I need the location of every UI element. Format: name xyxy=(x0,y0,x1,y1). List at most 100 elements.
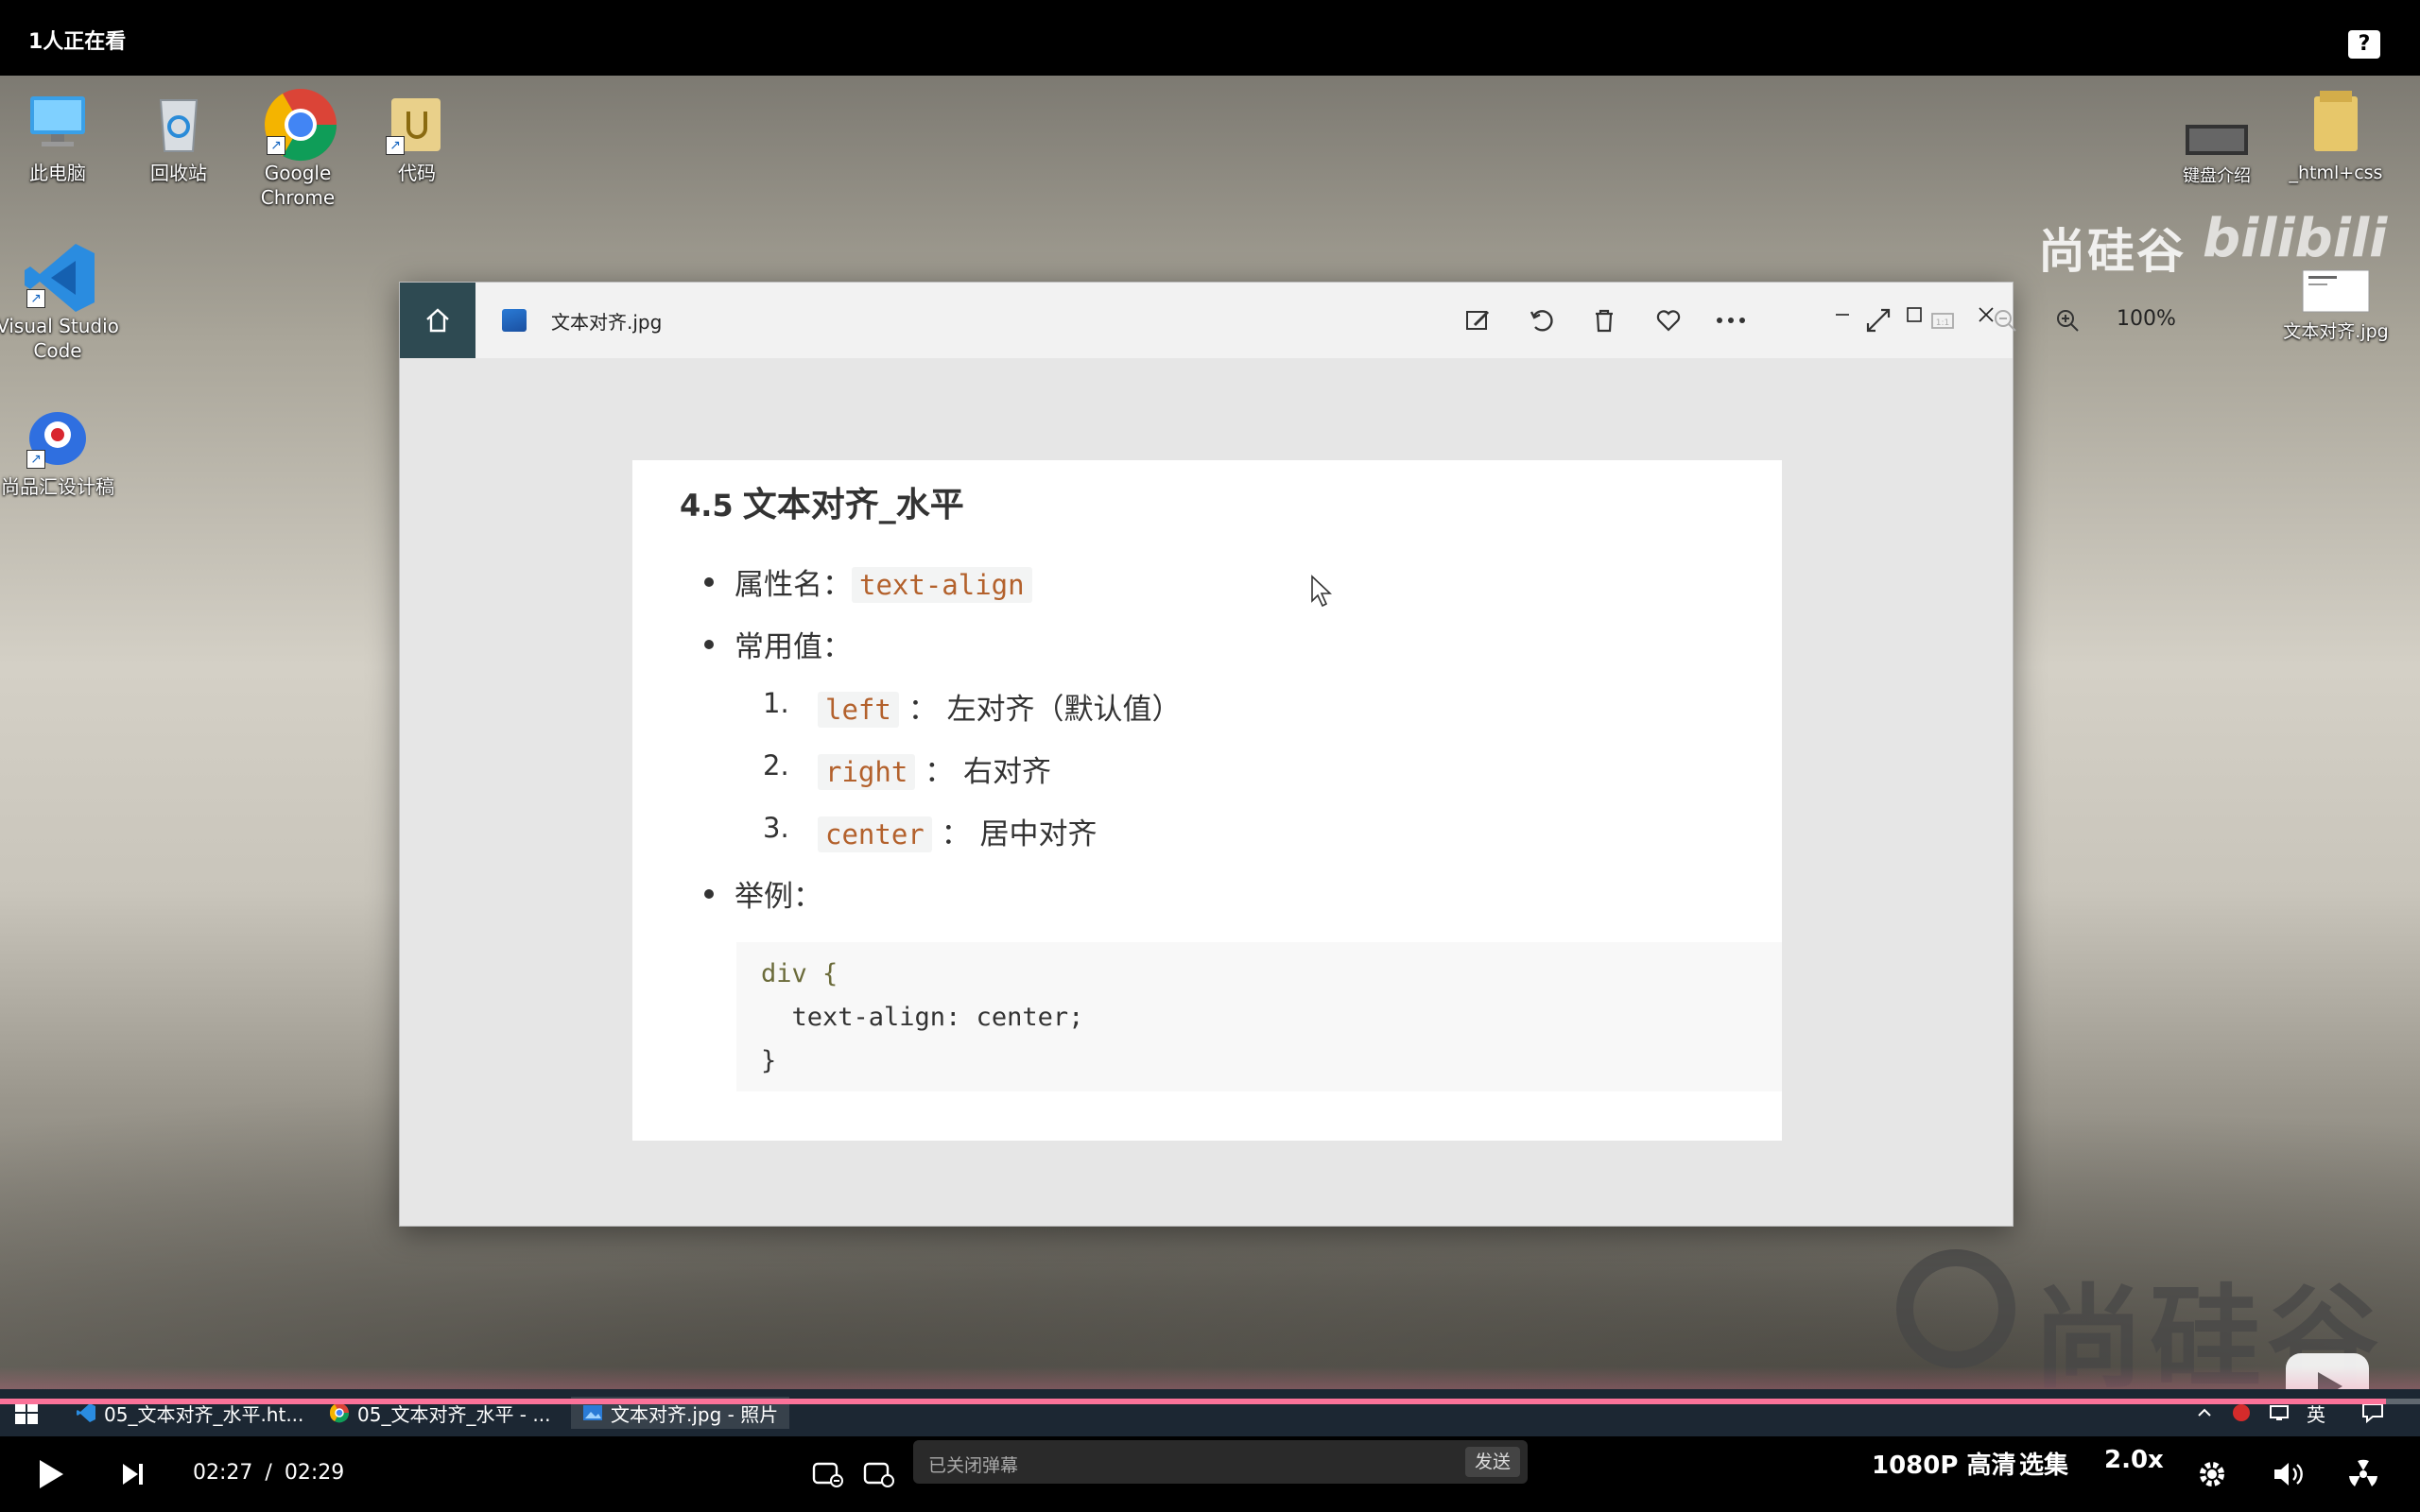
danmaku-placeholder: 已关闭弹幕 xyxy=(928,1455,1019,1476)
more-dots-icon xyxy=(1717,318,1745,323)
code-line: text-align: center; xyxy=(761,1003,1084,1032)
rotate-button[interactable] xyxy=(1523,301,1561,339)
values-label: 常用值： xyxy=(735,630,852,664)
window-close-button[interactable] xyxy=(1958,296,2014,334)
danmaku-icon xyxy=(812,1462,843,1487)
example-label: 举例： xyxy=(735,880,822,914)
desktop-icon-vscode[interactable]: ↗ Visual Studio Code xyxy=(0,240,119,363)
photo-file-icon xyxy=(502,309,527,332)
volume-icon xyxy=(2274,1463,2303,1486)
play-button[interactable] xyxy=(32,1455,70,1493)
chrome-icon: ↗ xyxy=(263,87,337,162)
desktop-icon-chrome[interactable]: ↗ Google Chrome xyxy=(236,87,359,210)
list-item: left ： 左对齐（默认值） xyxy=(818,685,1182,728)
desktop-icon-text-align-jpg[interactable]: 文本对齐.jpg xyxy=(2274,266,2397,344)
desktop-icon-keyboard[interactable]: 键盘介绍 xyxy=(2155,119,2278,189)
send-danmaku-button[interactable]: 发送 xyxy=(1465,1447,1520,1477)
zoom-level[interactable]: 100% xyxy=(2117,307,2176,331)
maximize-icon xyxy=(1907,307,1922,322)
monster-app-icon: ↗ xyxy=(23,401,93,471)
desktop-icon-design-files[interactable]: ↗ 尚品汇设计稿 xyxy=(0,401,119,499)
vscode-icon: ↗ xyxy=(23,240,95,312)
image-file-icon xyxy=(2301,266,2371,316)
shortcut-arrow-icon: ↗ xyxy=(26,450,45,469)
close-icon xyxy=(1979,307,1994,322)
desktop-icon-recycle-bin[interactable]: 回收站 xyxy=(117,87,240,185)
chrome-icon xyxy=(329,1403,350,1423)
home-icon xyxy=(426,308,449,333)
delete-button[interactable] xyxy=(1585,301,1623,339)
notification-icon xyxy=(2362,1403,2383,1423)
atguigu-logo-icon xyxy=(1896,1249,2015,1368)
settings-button[interactable] xyxy=(2193,1455,2231,1493)
shortcut-arrow-icon: ↗ xyxy=(267,136,285,155)
zoom-in-icon xyxy=(2057,310,2079,332)
displayed-document-image: 4.5 文本对齐_水平 属性名： text-align 常用值： 1. left ：… xyxy=(632,460,1782,1141)
network-icon xyxy=(2270,1405,2289,1420)
desktop-icon-this-pc[interactable]: 此电脑 xyxy=(0,87,119,185)
danmaku-settings-button[interactable] xyxy=(862,1457,896,1491)
edit-image-icon xyxy=(1466,310,1490,330)
recycle-bin-icon xyxy=(144,87,214,157)
danmaku-toggle-button[interactable] xyxy=(811,1457,845,1491)
progress-fill xyxy=(0,1399,2387,1404)
home-button[interactable] xyxy=(400,283,475,358)
fullscreen-player-button[interactable] xyxy=(2344,1455,2382,1493)
danmaku-input[interactable]: 已关闭弹幕 发送 xyxy=(913,1440,1528,1484)
video-frame[interactable]: 此电脑 回收站 ↗ Google Chrome ↗ 代码 ↗ Visual St… xyxy=(0,76,2420,1389)
photos-titlebar: 文本对齐.jpg 1:1 100% xyxy=(400,283,2176,358)
shortcut-arrow-icon: ↗ xyxy=(386,136,405,155)
skip-next-icon xyxy=(123,1464,143,1485)
episodes-button[interactable]: 选集 xyxy=(2019,1446,2068,1481)
keyboard-image-icon xyxy=(2182,119,2252,161)
code-block: div { text-align: center; } xyxy=(736,942,1782,1091)
trash-icon xyxy=(1596,309,1613,333)
doc-heading: 4.5 文本对齐_水平 xyxy=(680,486,964,524)
volume-button[interactable] xyxy=(2269,1455,2307,1493)
folder-icon: ↗ xyxy=(382,87,452,157)
code-line: div { xyxy=(761,959,838,988)
video-progress-bar[interactable] xyxy=(0,1399,2420,1404)
player-top-bar: 1人正在看 ? xyxy=(0,0,2420,76)
shield-icon xyxy=(2233,1404,2250,1421)
rotate-icon xyxy=(1530,310,1553,332)
zoom-in-button[interactable] xyxy=(2048,301,2086,339)
window-maximize-button[interactable] xyxy=(1886,296,1943,334)
mouse-cursor-icon xyxy=(1311,575,1333,608)
list-number: 1. xyxy=(763,687,789,719)
edit-image-button[interactable] xyxy=(1459,301,1496,339)
viewer-count: 1人正在看 xyxy=(28,30,127,54)
desktop-icon-code-folder[interactable]: ↗ 代码 xyxy=(355,87,478,185)
favorite-button[interactable] xyxy=(1650,301,1687,339)
list-number: 3. xyxy=(763,812,789,844)
more-options-button[interactable] xyxy=(1712,301,1750,339)
bullet-dot xyxy=(704,577,714,587)
quality-selector[interactable]: 1080P 高清 xyxy=(1872,1446,2015,1481)
play-icon xyxy=(40,1460,63,1488)
heart-icon xyxy=(1656,310,1681,332)
bullet-dot xyxy=(704,889,714,899)
shortcut-arrow-icon: ↗ xyxy=(26,289,45,308)
property-line: 属性名： text-align xyxy=(735,560,1032,603)
list-item: right ： 右对齐 xyxy=(818,747,1051,790)
desktop-icon-html-css-folder[interactable]: _html+css xyxy=(2274,87,2397,185)
danmaku-settings-icon xyxy=(863,1462,894,1487)
vscode-icon xyxy=(77,1403,95,1422)
folder-icon xyxy=(2301,87,2371,157)
time-display: 02:27 / 02:29 xyxy=(193,1461,345,1485)
chevron-up-icon xyxy=(2198,1408,2211,1417)
list-item: center ： 居中对齐 xyxy=(818,810,1097,852)
code-line: } xyxy=(761,1046,777,1075)
windows-taskbar: 05_文本对齐_水平.ht... 05_文本对齐_水平 - ... 文本对齐.j… xyxy=(0,1389,2420,1436)
help-button[interactable]: ? xyxy=(2348,30,2380,59)
inline-code: text-align xyxy=(852,567,1032,603)
photos-app-window: 文本对齐.jpg 1:1 100% 4.5 文本对齐_水平 属性名： text-… xyxy=(399,282,2176,1227)
watermark-atguigu-top: 尚硅谷 xyxy=(2038,224,2186,279)
computer-icon xyxy=(23,87,93,157)
window-minimize-button[interactable] xyxy=(1814,296,1871,334)
next-button[interactable] xyxy=(113,1455,151,1493)
bullet-dot xyxy=(704,640,714,649)
speed-selector[interactable]: 2.0x xyxy=(2104,1446,2164,1474)
watermark-bilibili: bilibili xyxy=(2203,208,2388,269)
minimize-icon xyxy=(1836,314,1849,316)
